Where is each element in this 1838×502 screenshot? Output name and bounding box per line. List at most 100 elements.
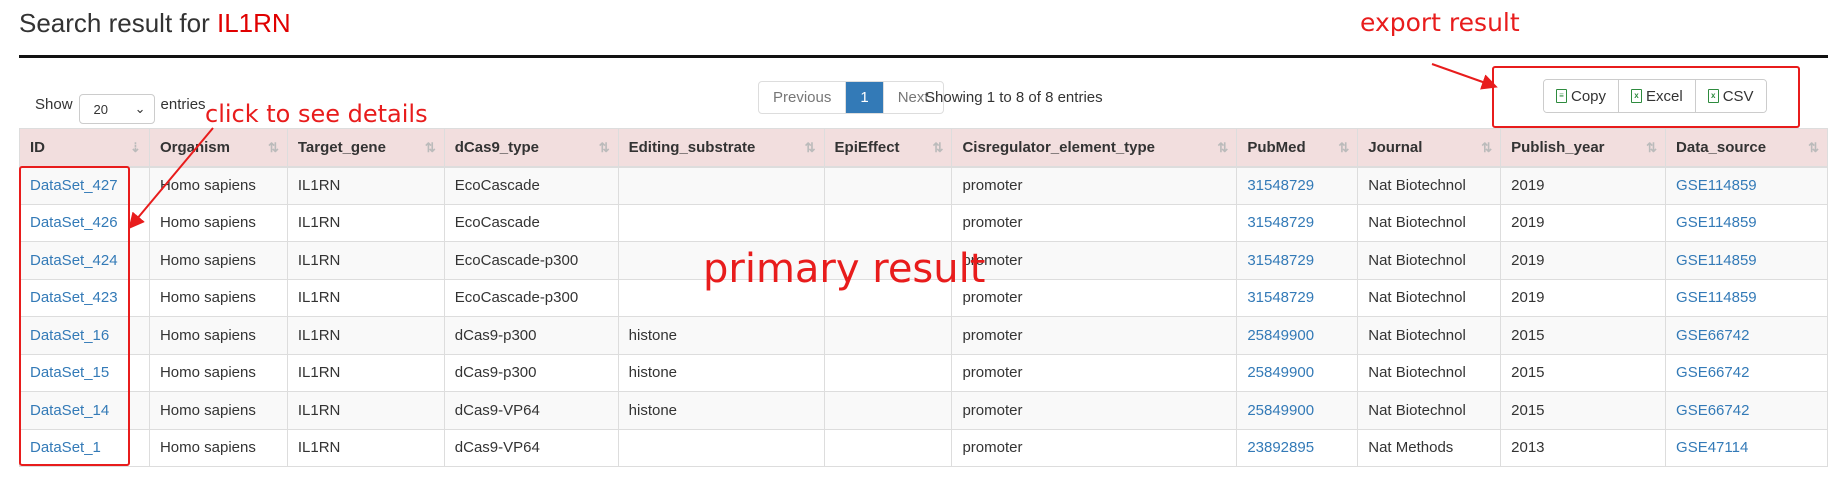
cell-cisregulator_element_type: promoter (951, 428, 1238, 467)
title-prefix: Search result for (19, 8, 217, 38)
cell-cisregulator_element_type: promoter (951, 278, 1238, 317)
sort-icon[interactable]: ⇅ (805, 140, 816, 156)
cell-pubmed: 31548729 (1236, 278, 1359, 317)
column-label: Journal (1368, 138, 1423, 156)
entries-select[interactable]: 20 ⌄ (78, 94, 155, 124)
table-row: DataSet_1 Homo sapiens IL1RN dCas9-VP64 prom… (19, 428, 1828, 467)
column-header-editing_substrate[interactable]: Editing_substrate ⇅ (617, 128, 825, 168)
cell-dcas9_type: EcoCascade (443, 203, 619, 242)
cell-epieffect (823, 203, 953, 242)
cell-target_gene: IL1RN (286, 316, 445, 355)
cell-organism: Homo sapiens (148, 166, 288, 205)
cell-dcas9_type: EcoCascade (443, 166, 619, 205)
cell-pubmed: 31548729 (1236, 241, 1359, 280)
data-source-link[interactable]: GSE114859 (1676, 177, 1757, 194)
cell-dcas9_type: dCas9-p300 (443, 316, 619, 355)
cell-pubmed: 23892895 (1236, 428, 1359, 467)
column-label: dCas9_type (454, 138, 539, 156)
sort-icon[interactable]: ⇅ (1481, 140, 1492, 156)
pubmed-link[interactable]: 25849900 (1247, 402, 1314, 419)
column-header-cisregulator_element_type[interactable]: Cisregulator_element_type ⇅ (951, 128, 1238, 168)
pubmed-link[interactable]: 31548729 (1247, 252, 1314, 269)
table-row: DataSet_427 Homo sapiens IL1RN EcoCascade pr… (19, 166, 1828, 205)
show-label: Show (35, 95, 73, 113)
cell-organism: Homo sapiens (148, 241, 288, 280)
column-header-epieffect[interactable]: EpiEffect ⇅ (823, 128, 953, 168)
column-header-dcas9_type[interactable]: dCas9_type ⇅ (443, 128, 619, 168)
data-source-link[interactable]: GSE114859 (1676, 289, 1757, 306)
previous-button[interactable]: Previous (759, 82, 847, 113)
cell-dcas9_type: EcoCascade-p300 (443, 278, 619, 317)
column-header-pubmed[interactable]: PubMed ⇅ (1236, 128, 1359, 168)
cell-data_source: GSE114859 (1665, 278, 1828, 317)
data-source-link[interactable]: GSE66742 (1676, 402, 1749, 419)
column-header-id[interactable]: ID ⇣ (19, 128, 150, 168)
entries-label: entries (160, 95, 206, 113)
export-highlight (1492, 66, 1800, 128)
cell-publish_year: 2015 (1500, 316, 1667, 355)
pubmed-link[interactable]: 31548729 (1247, 177, 1314, 194)
cell-target_gene: IL1RN (286, 166, 445, 205)
sort-icon[interactable]: ⇅ (425, 140, 436, 156)
data-source-link[interactable]: GSE66742 (1676, 364, 1749, 381)
cell-publish_year: 2019 (1500, 278, 1667, 317)
pubmed-link[interactable]: 25849900 (1247, 364, 1314, 381)
column-label: EpiEffect (834, 138, 900, 156)
chevron-down-icon: ⌄ (134, 101, 146, 116)
cell-journal: Nat Biotechnol (1357, 391, 1502, 430)
cell-target_gene: IL1RN (286, 241, 445, 280)
cell-dcas9_type: EcoCascade-p300 (443, 241, 619, 280)
cell-target_gene: IL1RN (286, 203, 445, 242)
pubmed-link[interactable]: 31548729 (1247, 289, 1314, 306)
cell-journal: Nat Biotechnol (1357, 353, 1502, 392)
id-column-highlight (19, 166, 130, 466)
pubmed-link[interactable]: 31548729 (1247, 214, 1314, 231)
cell-organism: Homo sapiens (148, 203, 288, 242)
column-header-publish_year[interactable]: Publish_year ⇅ (1500, 128, 1667, 168)
sort-icon[interactable]: ⇅ (1217, 140, 1228, 156)
sort-icon[interactable]: ⇅ (599, 140, 610, 156)
cell-publish_year: 2019 (1500, 203, 1667, 242)
table-row: DataSet_426 Homo sapiens IL1RN EcoCascade pr… (19, 203, 1828, 242)
data-source-link[interactable]: GSE47114 (1676, 439, 1748, 456)
cell-pubmed: 25849900 (1236, 353, 1359, 392)
column-label: Target_gene (297, 138, 386, 156)
data-source-link[interactable]: GSE114859 (1676, 252, 1757, 269)
column-header-journal[interactable]: Journal ⇅ (1357, 128, 1502, 168)
pubmed-link[interactable]: 25849900 (1247, 327, 1314, 344)
table-row: DataSet_14 Homo sapiens IL1RN dCas9-VP64 his… (19, 391, 1828, 430)
cell-pubmed: 31548729 (1236, 203, 1359, 242)
cell-data_source: GSE66742 (1665, 353, 1828, 392)
column-header-organism[interactable]: Organism ⇅ (148, 128, 288, 168)
cell-target_gene: IL1RN (286, 278, 445, 317)
pubmed-link[interactable]: 23892895 (1247, 439, 1314, 456)
data-source-link[interactable]: GSE66742 (1676, 327, 1749, 344)
table-row: DataSet_15 Homo sapiens IL1RN dCas9-p300 his… (19, 353, 1828, 392)
sort-icon[interactable]: ⇅ (933, 140, 944, 156)
sort-icon[interactable]: ⇅ (268, 140, 279, 156)
cell-epieffect (823, 353, 953, 392)
cell-target_gene: IL1RN (286, 391, 445, 430)
sort-icon[interactable]: ⇅ (1808, 140, 1819, 156)
page-1-button[interactable]: 1 (846, 82, 884, 113)
entries-value: 20 (93, 101, 108, 117)
column-header-target_gene[interactable]: Target_gene ⇅ (286, 128, 445, 168)
cell-dcas9_type: dCas9-VP64 (443, 428, 619, 467)
column-label: ID (30, 138, 45, 156)
column-label: Data_source (1676, 138, 1767, 156)
cell-editing_substrate (617, 428, 825, 467)
data-source-link[interactable]: GSE114859 (1676, 214, 1757, 231)
sort-icon[interactable]: ⇅ (1646, 140, 1657, 156)
cell-epieffect (823, 166, 953, 205)
cell-journal: Nat Biotechnol (1357, 278, 1502, 317)
results-table: ID ⇣ Organism ⇅ Target_gene ⇅ dCas9_type ⇅ Editi… (19, 128, 1828, 467)
cell-publish_year: 2015 (1500, 353, 1667, 392)
sort-desc-icon[interactable]: ⇣ (130, 140, 141, 156)
cell-editing_substrate (617, 203, 825, 242)
column-header-data_source[interactable]: Data_source ⇅ (1665, 128, 1828, 168)
cell-editing_substrate: histone (617, 353, 825, 392)
cell-cisregulator_element_type: promoter (951, 241, 1238, 280)
cell-data_source: GSE114859 (1665, 166, 1828, 205)
cell-publish_year: 2019 (1500, 241, 1667, 280)
sort-icon[interactable]: ⇅ (1338, 140, 1349, 156)
